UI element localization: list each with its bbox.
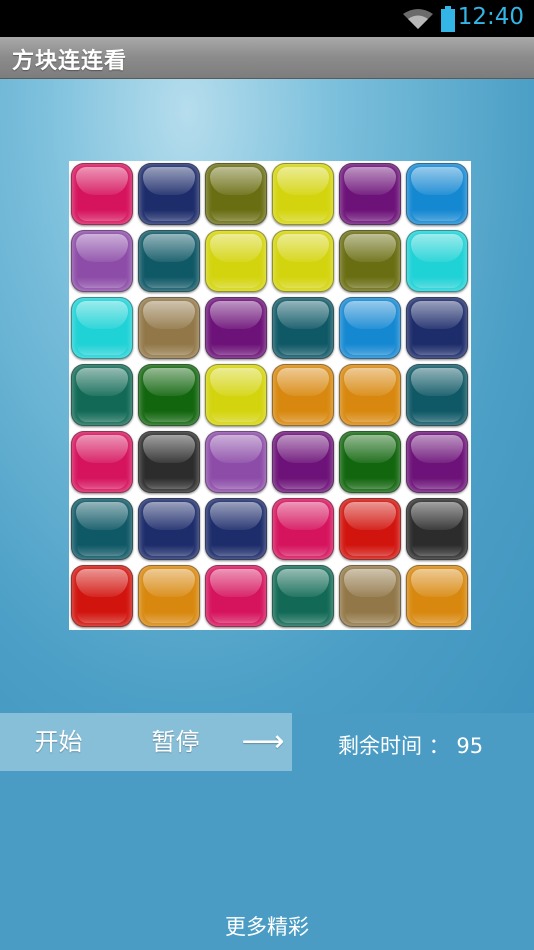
tile-tan[interactable] [138,297,200,359]
tile-blue[interactable] [339,297,401,359]
tile-olive[interactable] [339,230,401,292]
tile-navy[interactable] [205,498,267,560]
tile-yellow[interactable] [205,230,267,292]
next-arrow-button[interactable]: ⟶ [234,713,292,771]
tile-olive[interactable] [205,163,267,225]
remaining-time: 剩余时间 ： 95 [338,734,484,758]
battery-icon [441,6,455,32]
tile-orange[interactable] [406,565,468,627]
title-bar: 方块连连看 [0,37,534,79]
tile-navy[interactable] [138,498,200,560]
tile-teal[interactable] [406,364,468,426]
tile-violet[interactable] [205,431,267,493]
tile-teal[interactable] [272,297,334,359]
tile-cyan[interactable] [71,297,133,359]
tile-blue[interactable] [406,163,468,225]
tile-orange[interactable] [272,364,334,426]
game-board [69,161,471,630]
tile-black[interactable] [406,498,468,560]
tile-cyan[interactable] [406,230,468,292]
tile-green[interactable] [138,364,200,426]
tile-purple[interactable] [406,431,468,493]
tile-red[interactable] [71,565,133,627]
tile-purple[interactable] [205,297,267,359]
start-button[interactable]: 开始 [0,713,117,771]
control-bar: 开始 暂停 ⟶ [0,713,292,771]
tile-navy[interactable] [406,297,468,359]
tile-crimson[interactable] [272,498,334,560]
tile-violet[interactable] [71,230,133,292]
pause-button[interactable]: 暂停 [117,713,234,771]
tile-orange[interactable] [138,565,200,627]
tile-black[interactable] [138,431,200,493]
status-time: 12:40 [457,4,524,30]
tile-purple[interactable] [272,431,334,493]
tile-crimson[interactable] [71,163,133,225]
tile-tan[interactable] [339,565,401,627]
more-link[interactable]: 更多精彩 [0,911,534,941]
tile-crimson[interactable] [205,565,267,627]
tile-orange[interactable] [339,364,401,426]
tile-green-teal[interactable] [272,565,334,627]
tile-navy[interactable] [138,163,200,225]
tile-yellow[interactable] [272,163,334,225]
tile-crimson[interactable] [71,431,133,493]
status-bar: 12:40 [0,0,534,37]
tile-green-teal[interactable] [71,364,133,426]
wifi-icon [403,9,433,29]
tile-yellow[interactable] [272,230,334,292]
app-title: 方块连连看 [12,49,128,74]
tile-green[interactable] [339,431,401,493]
tile-teal[interactable] [138,230,200,292]
tile-red[interactable] [339,498,401,560]
tile-purple[interactable] [339,163,401,225]
tile-yellow[interactable] [205,364,267,426]
tile-teal[interactable] [71,498,133,560]
